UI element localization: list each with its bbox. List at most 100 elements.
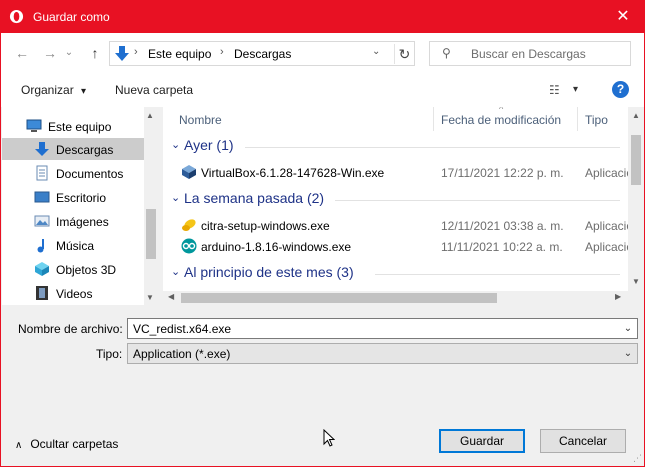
chevron-down-icon[interactable]: ⌄ <box>619 344 637 363</box>
address-dropdown-icon[interactable]: ⌄ <box>372 46 380 57</box>
group-label: La semana pasada (2) <box>184 190 325 206</box>
search-box[interactable]: ⚲ Buscar en Descargas <box>429 41 631 66</box>
chevron-down-icon: ▾ <box>81 86 87 97</box>
sidebar-item-desktop[interactable]: Escritorio <box>2 186 144 208</box>
group-label: Ayer (1) <box>184 137 234 153</box>
group-header-last-week[interactable]: ⌄ La semana pasada (2) <box>163 188 628 212</box>
mouse-cursor-icon <box>323 429 335 447</box>
cancel-button[interactable]: Cancelar <box>540 429 626 453</box>
file-name: arduino-1.8.16-windows.exe <box>201 240 352 254</box>
column-divider[interactable] <box>433 107 434 131</box>
file-row-virtualbox[interactable]: VirtualBox-6.1.28-147628-Win.exe 17/11/2… <box>163 161 628 183</box>
file-name: citra-setup-windows.exe <box>201 219 330 233</box>
sidebar-item-downloads[interactable]: Descargas <box>2 138 144 160</box>
back-button[interactable]: ← <box>13 44 31 62</box>
sidebar-item-videos[interactable]: Videos <box>2 282 144 304</box>
computer-icon <box>26 119 42 132</box>
save-as-dialog: Guardar como ✕ ← → ⌄ ↑ › Este equipo › D… <box>0 0 645 467</box>
up-button[interactable]: ↑ <box>86 44 104 62</box>
file-type: Aplicación <box>585 219 628 233</box>
sidebar-item-label: Videos <box>56 287 93 301</box>
file-row-arduino[interactable]: arduino-1.8.16-windows.exe 11/11/2021 10… <box>163 235 628 257</box>
sidebar-item-label: Música <box>56 239 95 253</box>
help-button[interactable]: ? <box>612 81 629 98</box>
scroll-up-icon[interactable]: ▲ <box>632 111 640 120</box>
sidebar-item-this-pc[interactable]: Este equipo <box>2 115 144 137</box>
address-bar[interactable]: › Este equipo › Descargas ⌄ ↻ <box>109 41 415 66</box>
group-header-earlier-this-month[interactable]: ⌄ Al principio de este mes (3) <box>163 262 628 286</box>
command-toolbar: Organizar ▾ Nueva carpeta ☷ ▾ ? <box>1 73 644 107</box>
breadcrumb-separator[interactable]: › <box>220 46 224 58</box>
organize-button[interactable]: Organizar ▾ <box>21 83 86 97</box>
sidebar-item-label: Imágenes <box>56 215 109 229</box>
file-type-value: Application (*.exe) <box>133 347 231 361</box>
file-type-select[interactable]: Application (*.exe) ⌄ <box>127 343 638 364</box>
breadcrumb-downloads[interactable]: Descargas <box>234 47 291 61</box>
sidebar-scrollbar[interactable]: ▲ ▼ <box>144 107 158 305</box>
search-placeholder[interactable]: Buscar en Descargas <box>471 47 586 61</box>
file-list-vertical-scrollbar[interactable]: ▲ ▼ <box>628 107 644 291</box>
filename-label: Nombre de archivo: <box>18 322 123 336</box>
chevron-down-icon: ⌄ <box>171 192 181 204</box>
arduino-icon <box>181 238 197 254</box>
refresh-button[interactable]: ↻ <box>394 44 414 64</box>
group-header-yesterday[interactable]: ⌄ Ayer (1) <box>163 135 628 159</box>
sidebar-item-pictures[interactable]: Imágenes <box>2 210 144 232</box>
chevron-down-icon: ⌄ <box>171 139 181 151</box>
navigation-pane: Este equipo Descargas Documentos Escrito… <box>2 107 158 305</box>
filename-input[interactable]: VC_redist.x64.exe ⌄ <box>127 318 638 339</box>
scroll-down-icon[interactable]: ▼ <box>146 293 154 302</box>
desktop-icon <box>34 191 50 203</box>
scroll-up-icon[interactable]: ▲ <box>146 111 154 120</box>
scroll-down-icon[interactable]: ▼ <box>632 277 640 286</box>
column-header-type[interactable]: Tipo <box>585 107 608 131</box>
group-divider <box>335 200 620 201</box>
hide-folders-label: Ocultar carpetas <box>30 437 119 451</box>
chevron-down-icon[interactable]: ⌄ <box>619 319 637 338</box>
window-title: Guardar como <box>33 10 110 24</box>
scrollbar-thumb[interactable] <box>631 135 641 185</box>
videos-icon <box>36 286 48 300</box>
group-label: Al principio de este mes (3) <box>184 264 354 280</box>
sidebar-item-label: Escritorio <box>56 191 107 205</box>
close-button[interactable]: ✕ <box>610 6 636 28</box>
scroll-left-icon[interactable]: ◀ <box>168 292 174 301</box>
file-type-label: Tipo: <box>96 347 123 361</box>
sidebar-item-3d-objects[interactable]: Objetos 3D <box>2 258 144 280</box>
view-dropdown-icon[interactable]: ▾ <box>573 84 578 95</box>
hide-folders-button[interactable]: ∧ Ocultar carpetas <box>15 437 118 451</box>
sidebar-item-label: Documentos <box>56 167 124 181</box>
title-bar[interactable]: Guardar como ✕ <box>1 1 644 33</box>
file-list-horizontal-scrollbar[interactable]: ◀ ▶ <box>163 291 628 305</box>
sidebar-item-documents[interactable]: Documentos <box>2 162 144 184</box>
file-date: 17/11/2021 12:22 p. m. <box>441 166 564 180</box>
scroll-right-icon[interactable]: ▶ <box>615 292 621 301</box>
virtualbox-icon <box>182 165 196 179</box>
view-options-icon[interactable]: ☷ <box>549 83 560 97</box>
sidebar-item-music[interactable]: Música <box>2 234 144 256</box>
file-date: 11/11/2021 10:22 a. m. <box>441 240 563 254</box>
column-divider[interactable] <box>577 107 578 131</box>
opera-icon <box>9 9 24 24</box>
column-header-name[interactable]: Nombre <box>179 107 222 131</box>
scrollbar-thumb[interactable] <box>181 293 497 303</box>
recent-locations-button[interactable]: ⌄ <box>63 44 75 62</box>
save-button[interactable]: Guardar <box>439 429 525 453</box>
navigation-bar: ← → ⌄ ↑ › Este equipo › Descargas ⌄ ↻ ⚲ … <box>1 33 644 73</box>
forward-button[interactable]: → <box>41 44 59 62</box>
filename-value[interactable]: VC_redist.x64.exe <box>133 322 231 336</box>
new-folder-button[interactable]: Nueva carpeta <box>115 83 193 97</box>
organize-label: Organizar <box>21 83 74 97</box>
breadcrumb-separator: › <box>134 46 138 58</box>
music-icon <box>37 239 44 253</box>
file-type: Aplicación <box>585 240 628 254</box>
citra-icon <box>182 219 196 231</box>
column-header-date[interactable]: Fecha de modificación <box>441 107 561 131</box>
file-row-citra[interactable]: citra-setup-windows.exe 12/11/2021 03:38… <box>163 214 628 236</box>
3d-objects-icon <box>35 262 49 276</box>
scrollbar-thumb[interactable] <box>146 209 156 259</box>
pictures-icon <box>34 215 50 227</box>
resize-grip-icon[interactable]: ⋰ <box>633 453 642 464</box>
sidebar-item-label: Objetos 3D <box>56 263 117 277</box>
breadcrumb-this-pc[interactable]: Este equipo <box>148 47 211 61</box>
